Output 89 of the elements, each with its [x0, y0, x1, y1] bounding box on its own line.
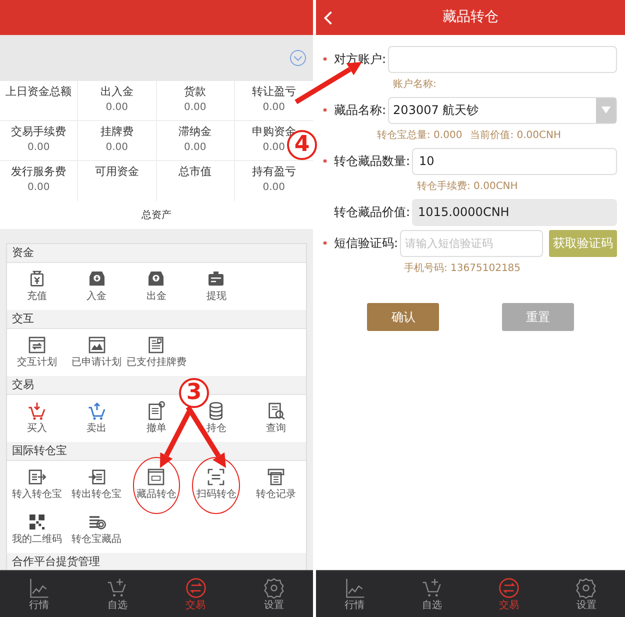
- section-title: 合作平台提货管理: [12, 554, 100, 570]
- menu-item[interactable]: 转仓宝藏品: [72, 534, 122, 546]
- summary-label: 出入金: [100, 85, 134, 99]
- summary-label: 发行服务费: [11, 165, 66, 179]
- dropdown[interactable]: 203007 航天钞: [388, 96, 617, 124]
- summary-value: 0.00: [262, 101, 285, 114]
- hint-text: 当前价值: 0.00CNH: [470, 128, 561, 142]
- summary-value: 0.00: [262, 181, 285, 194]
- menu-item[interactable]: 已支付挂牌费: [126, 356, 186, 368]
- field-label: 转仓藏品数量:: [334, 153, 412, 170]
- input-field[interactable]: [388, 46, 617, 72]
- hint-text: 转仓宝总量: 0.000: [377, 128, 462, 142]
- menu-item[interactable]: 扫码转仓: [196, 488, 236, 500]
- summary-value: 0.00: [106, 101, 128, 114]
- cart-plus-icon: [106, 577, 128, 599]
- swap-window-icon: [26, 334, 47, 354]
- summary-label: 货款: [184, 85, 206, 99]
- section-title: 国际转仓宝: [12, 442, 67, 459]
- menu-item[interactable]: 买入: [26, 422, 47, 434]
- summary-label: 上日资金总额: [6, 85, 72, 99]
- receipt-printer-icon: [266, 466, 286, 486]
- menu-item[interactable]: 撤单: [146, 422, 166, 434]
- menu-item[interactable]: 持仓: [206, 422, 226, 434]
- hint-text: 手机号码: 13675102185: [404, 262, 521, 276]
- summary-value: 0.00: [184, 141, 206, 154]
- menu-item[interactable]: 藏品转仓: [136, 488, 176, 500]
- settings-icon: [262, 577, 285, 599]
- summary-value: 0.00: [184, 101, 206, 114]
- menu-item[interactable]: 我的二维码: [12, 534, 62, 546]
- exchange-icon: [184, 577, 207, 599]
- menu-item[interactable]: 卖出: [86, 422, 107, 434]
- input-field[interactable]: 10: [412, 148, 617, 174]
- inbox-up-icon: [146, 268, 166, 288]
- menu-item[interactable]: 交互计划: [16, 356, 57, 368]
- tab[interactable]: 设置: [264, 601, 284, 611]
- menu-item[interactable]: 转仓记录: [256, 488, 296, 500]
- summary-value: 0.00: [27, 141, 50, 154]
- menu-item[interactable]: 充值: [26, 290, 47, 302]
- menu-item[interactable]: 查询: [266, 422, 286, 434]
- menu-item[interactable]: 已申请计划: [72, 356, 122, 368]
- readonly-field: 1015.0000CNH: [412, 198, 617, 226]
- tab[interactable]: 行情: [29, 601, 50, 611]
- summary-label: 交易手续费: [11, 125, 66, 139]
- summary-value: 0.00: [27, 181, 50, 194]
- menu-item[interactable]: 转入转仓宝: [12, 488, 62, 500]
- tab[interactable]: 自选: [422, 601, 442, 611]
- screen-title: 藏品转仓: [442, 8, 498, 27]
- inbox-down-icon: [86, 268, 107, 288]
- arrow: [186, 406, 226, 468]
- hint-text: 账户名称:: [393, 78, 436, 92]
- menu-item[interactable]: 转出转仓宝: [72, 488, 122, 500]
- list-arrow-icon: [26, 466, 47, 486]
- cart-down-icon: [26, 400, 47, 420]
- tab[interactable]: 设置: [576, 601, 596, 611]
- section-title: 交易: [12, 376, 34, 393]
- line-chart-icon: [28, 577, 50, 599]
- tab[interactable]: 行情: [344, 601, 365, 611]
- document-search-icon: [266, 400, 286, 420]
- line-chart-icon: [344, 577, 366, 599]
- confirm-button[interactable]: 确认: [367, 303, 440, 331]
- cart-plus-icon: [420, 577, 443, 599]
- qr-code-icon: [26, 512, 47, 532]
- section-title: 交互: [12, 310, 34, 327]
- cart-up-icon: [86, 400, 107, 420]
- field-label: 转仓藏品价值:: [334, 204, 412, 221]
- menu-item[interactable]: 提现: [206, 290, 226, 302]
- section-title: 资金: [12, 244, 34, 261]
- input-field[interactable]: 请输入短信验证码: [400, 230, 543, 256]
- field-label: 藏品名称:: [334, 102, 388, 119]
- hint-text: 转仓手续费: 0.00CNH: [417, 180, 518, 194]
- document-icon: [146, 334, 166, 354]
- total-assets-label: 总资产: [142, 208, 172, 222]
- summary-value: 0.00: [262, 141, 285, 154]
- summary-label: 滞纳金: [178, 125, 212, 139]
- summary-label: 转让盈亏: [252, 85, 296, 99]
- scan-frame-icon: [206, 466, 226, 486]
- menu-item[interactable]: 出金: [146, 290, 166, 302]
- summary-label: 总市值: [178, 165, 212, 179]
- exchange-icon: [498, 577, 520, 599]
- summary-label: 可用资金: [94, 165, 139, 179]
- arrow-list-icon: [86, 466, 107, 486]
- menu-item[interactable]: 入金: [86, 290, 107, 302]
- summary-value: 0.00: [106, 141, 128, 154]
- field-label: 短信验证码:: [334, 235, 400, 252]
- summary-label: 挂牌费: [100, 125, 134, 139]
- summary-label: 持有盈亏: [252, 165, 296, 179]
- tab[interactable]: 自选: [107, 601, 128, 611]
- settings-icon: [575, 577, 598, 599]
- chevron-down-circle-icon: [289, 49, 307, 67]
